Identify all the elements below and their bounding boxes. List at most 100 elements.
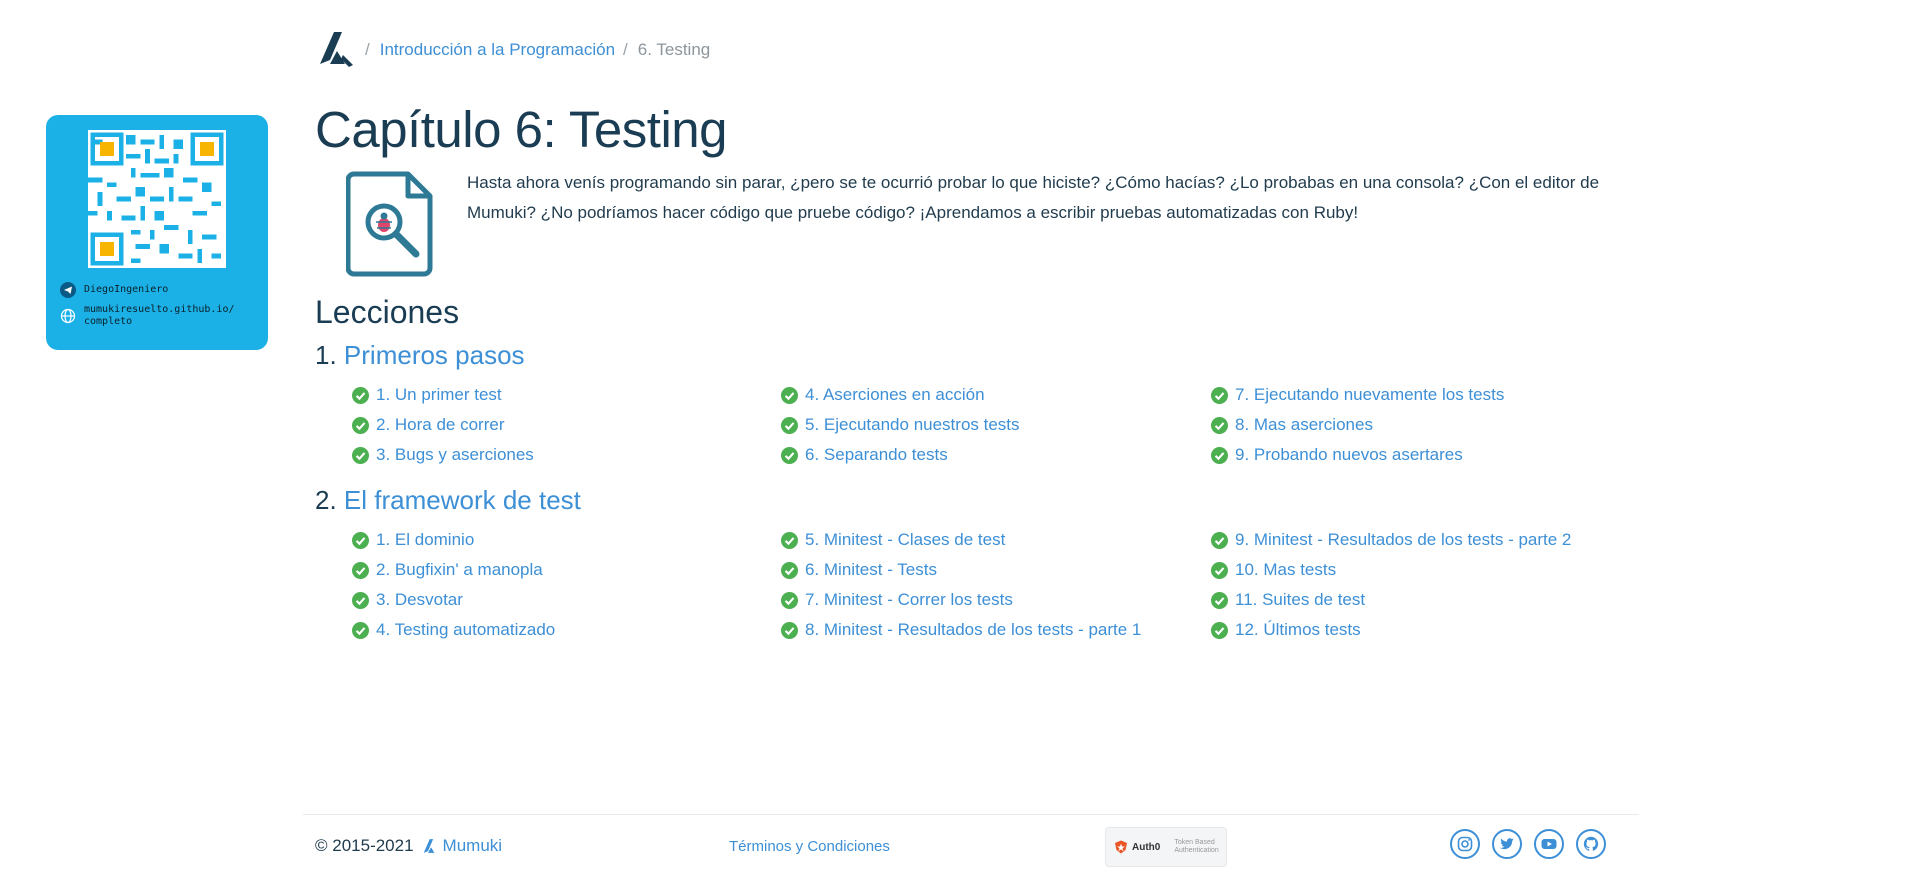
youtube-icon bbox=[1541, 839, 1557, 849]
check-circle-icon bbox=[352, 591, 369, 609]
section-heading-primeros-pasos: 1. Primeros pasos bbox=[315, 340, 525, 371]
section-number: 2. bbox=[315, 485, 337, 515]
youtube-link[interactable] bbox=[1534, 829, 1564, 859]
check-circle-icon bbox=[352, 561, 369, 579]
check-circle-icon bbox=[352, 446, 369, 464]
lesson-link[interactable]: 7. Minitest - Correr los tests bbox=[805, 590, 1013, 610]
auth0-tagline: Token Based Authentication bbox=[1174, 839, 1218, 855]
section-number: 1. bbox=[315, 340, 337, 370]
lesson-link[interactable]: 1. El dominio bbox=[376, 530, 474, 550]
auth0-badge[interactable]: Auth0 Token Based Authentication bbox=[1105, 827, 1227, 867]
section-link-el-framework-de-test[interactable]: El framework de test bbox=[344, 485, 581, 515]
lesson-link[interactable]: 2. Hora de correr bbox=[376, 415, 505, 435]
lesson-link[interactable]: 1. Un primer test bbox=[376, 385, 502, 405]
breadcrumb-course-link[interactable]: Introducción a la Programación bbox=[380, 40, 615, 60]
lesson-item: 5. Minitest - Clases de test bbox=[781, 529, 1005, 551]
section-link-primeros-pasos[interactable]: Primeros pasos bbox=[344, 340, 525, 370]
breadcrumb: / Introducción a la Programación / 6. Te… bbox=[317, 28, 710, 72]
lesson-item: 9. Probando nuevos asertares bbox=[1211, 444, 1463, 466]
lesson-link[interactable]: 3. Bugs y aserciones bbox=[376, 445, 534, 465]
lessons-heading: Lecciones bbox=[315, 294, 460, 330]
qr-telegram-handle: DiegoIngeniero bbox=[84, 284, 169, 295]
check-circle-icon bbox=[781, 416, 798, 434]
lesson-link[interactable]: 9. Minitest - Resultados de los tests - … bbox=[1235, 530, 1571, 550]
lesson-link[interactable]: 11. Suites de test bbox=[1235, 590, 1365, 610]
check-circle-icon bbox=[352, 386, 369, 404]
instagram-icon bbox=[1457, 836, 1473, 852]
lesson-item: 12. Últimos tests bbox=[1211, 619, 1361, 641]
copyright-text: © 2015-2021 bbox=[315, 836, 414, 855]
check-circle-icon bbox=[352, 531, 369, 549]
lesson-link[interactable]: 4. Testing automatizado bbox=[376, 620, 555, 640]
lesson-link[interactable]: 3. Desvotar bbox=[376, 590, 463, 610]
lesson-item: 7. Ejecutando nuevamente los tests bbox=[1211, 384, 1504, 406]
auth0-label: Auth0 bbox=[1132, 841, 1161, 853]
terms-link[interactable]: Términos y Condiciones bbox=[729, 838, 890, 855]
check-circle-icon bbox=[1211, 386, 1228, 404]
lesson-link[interactable]: 9. Probando nuevos asertares bbox=[1235, 445, 1463, 465]
lesson-link[interactable]: 6. Minitest - Tests bbox=[805, 560, 937, 580]
qr-card: DiegoIngeniero mumukiresuelto.github.io/… bbox=[46, 115, 268, 350]
lesson-link[interactable]: 6. Separando tests bbox=[805, 445, 948, 465]
check-circle-icon bbox=[781, 591, 798, 609]
check-circle-icon bbox=[781, 621, 798, 639]
lesson-item: 4. Testing automatizado bbox=[352, 619, 555, 641]
lesson-link[interactable]: 10. Mas tests bbox=[1235, 560, 1336, 580]
check-circle-icon bbox=[1211, 561, 1228, 579]
lesson-item: 1. Un primer test bbox=[352, 384, 502, 406]
mumuki-small-logo-icon bbox=[423, 839, 434, 853]
mumuki-logo-link[interactable] bbox=[317, 27, 357, 74]
lesson-link[interactable]: 2. Bugfixin' a manopla bbox=[376, 560, 543, 580]
instagram-link[interactable] bbox=[1450, 829, 1480, 859]
lesson-item: 8. Mas aserciones bbox=[1211, 414, 1373, 436]
qr-website-text: mumukiresuelto.github.io/ completo bbox=[84, 304, 235, 328]
twitter-link[interactable] bbox=[1492, 829, 1522, 859]
check-circle-icon bbox=[781, 531, 798, 549]
check-circle-icon bbox=[781, 446, 798, 464]
lesson-item: 3. Desvotar bbox=[352, 589, 463, 611]
lesson-item: 1. El dominio bbox=[352, 529, 474, 551]
github-icon bbox=[1583, 836, 1599, 851]
lesson-link[interactable]: 4. Aserciones en acción bbox=[805, 385, 985, 405]
check-circle-icon bbox=[1211, 446, 1228, 464]
check-circle-icon bbox=[1211, 621, 1228, 639]
lesson-item: 9. Minitest - Resultados de los tests - … bbox=[1211, 529, 1571, 551]
lesson-item: 7. Minitest - Correr los tests bbox=[781, 589, 1013, 611]
lesson-link[interactable]: 7. Ejecutando nuevamente los tests bbox=[1235, 385, 1504, 405]
lesson-list-section-2: 1. El dominio 2. Bugfixin' a manopla 3. … bbox=[352, 529, 1652, 679]
auth0-tagline-line1: Token Based bbox=[1174, 839, 1215, 846]
mumuki-brand-link[interactable]: Mumuki bbox=[443, 836, 503, 856]
lesson-item: 6. Minitest - Tests bbox=[781, 559, 937, 581]
page-title: Capítulo 6: Testing bbox=[315, 101, 728, 158]
lesson-item: 2. Hora de correr bbox=[352, 414, 505, 436]
check-circle-icon bbox=[781, 386, 798, 404]
qr-code-image bbox=[88, 130, 226, 268]
footer-divider bbox=[303, 814, 1639, 815]
breadcrumb-separator: / bbox=[365, 40, 370, 59]
lesson-item: 4. Aserciones en acción bbox=[781, 384, 985, 406]
lesson-item: 10. Mas tests bbox=[1211, 559, 1336, 581]
breadcrumb-separator: / bbox=[623, 40, 628, 59]
qr-telegram-line: DiegoIngeniero bbox=[60, 282, 168, 298]
lesson-link[interactable]: 8. Minitest - Resultados de los tests - … bbox=[805, 620, 1141, 640]
lesson-link[interactable]: 8. Mas aserciones bbox=[1235, 415, 1373, 435]
check-circle-icon bbox=[1211, 591, 1228, 609]
lesson-item: 6. Separando tests bbox=[781, 444, 948, 466]
testing-chapter-icon bbox=[346, 171, 433, 277]
lesson-link[interactable]: 12. Últimos tests bbox=[1235, 620, 1361, 640]
lesson-link[interactable]: 5. Minitest - Clases de test bbox=[805, 530, 1005, 550]
github-link[interactable] bbox=[1576, 829, 1606, 859]
auth0-shield-icon bbox=[1115, 840, 1127, 854]
lesson-item: 5. Ejecutando nuestros tests bbox=[781, 414, 1020, 436]
check-circle-icon bbox=[781, 561, 798, 579]
section-heading-el-framework-de-test: 2. El framework de test bbox=[315, 485, 581, 516]
qr-website-line1: mumukiresuelto.github.io/ bbox=[84, 304, 235, 315]
lesson-item: 2. Bugfixin' a manopla bbox=[352, 559, 543, 581]
telegram-icon bbox=[60, 282, 76, 298]
qr-website-line: mumukiresuelto.github.io/ completo bbox=[60, 304, 235, 328]
lesson-link[interactable]: 5. Ejecutando nuestros tests bbox=[805, 415, 1020, 435]
footer-copyright: © 2015-2021 Mumuki bbox=[315, 836, 502, 856]
qr-website-line2: completo bbox=[84, 316, 133, 327]
breadcrumb-current: 6. Testing bbox=[637, 40, 711, 59]
lesson-item: 8. Minitest - Resultados de los tests - … bbox=[781, 619, 1141, 641]
